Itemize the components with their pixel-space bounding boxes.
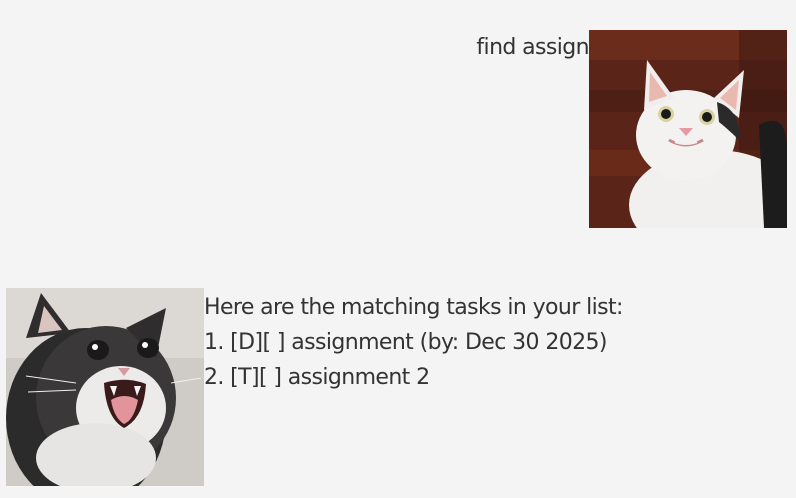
user-dialog: find assign <box>0 30 787 228</box>
bot-message-line: 1. [D][ ] assignment (by: Dec 30 2025) <box>204 330 608 355</box>
user-message-text: find assign <box>476 35 589 60</box>
bot-dialog: Here are the matching tasks in your list… <box>6 288 786 486</box>
smiling-cat-avatar-icon <box>589 30 787 228</box>
bot-message-line: Here are the matching tasks in your list… <box>204 295 623 320</box>
bot-message-line: 2. [T][ ] assignment 2 <box>204 365 430 390</box>
crying-cat-avatar-icon <box>6 288 204 486</box>
bot-message-text: Here are the matching tasks in your list… <box>204 290 623 395</box>
